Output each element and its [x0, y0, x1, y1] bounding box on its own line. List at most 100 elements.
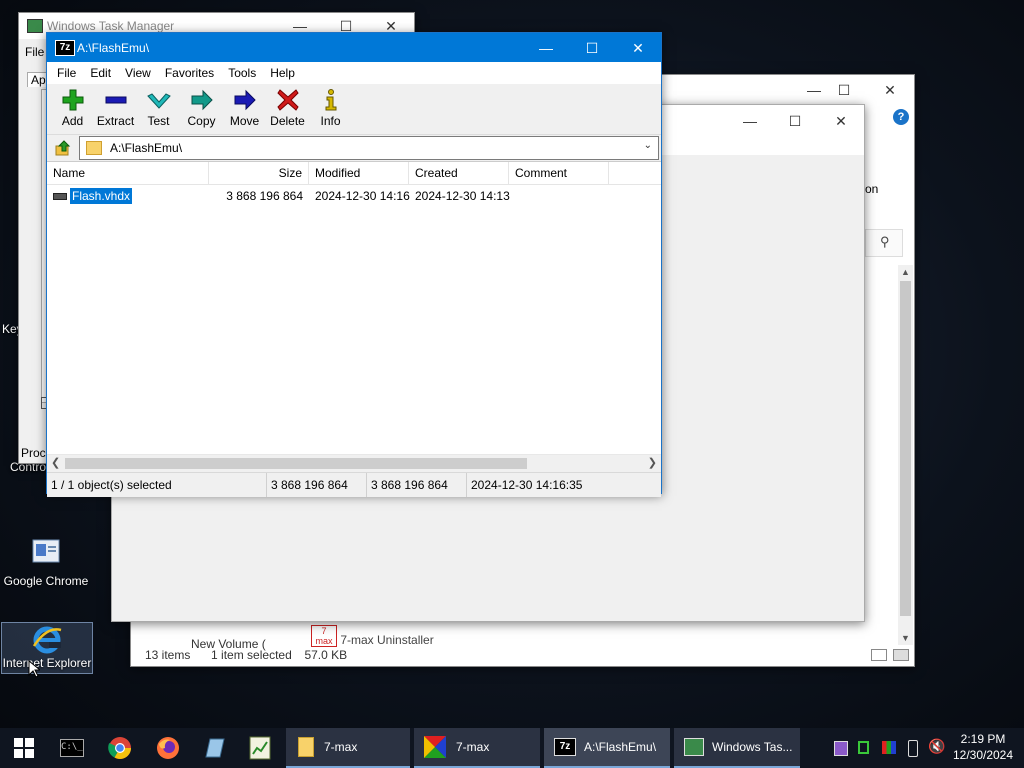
items-count: 13 items — [145, 648, 191, 662]
taskbar-cmd[interactable]: C:\_ — [48, 728, 96, 768]
minus-icon — [105, 96, 126, 104]
taskbar-app-spreadsheet[interactable] — [236, 728, 284, 768]
column-comment[interactable]: Comment — [509, 162, 609, 184]
add-label: Add — [61, 114, 84, 128]
desktop-icon-internet-explorer[interactable]: Internet Explorer — [1, 622, 93, 674]
start-button[interactable] — [0, 728, 48, 768]
desktop-icon-google-chrome[interactable]: Google Chrome — [1, 538, 91, 588]
taskmgr-icon — [27, 19, 43, 33]
tiles-view-icon[interactable] — [893, 649, 909, 661]
scroll-thumb[interactable] — [65, 458, 527, 469]
help-icon[interactable]: ? — [893, 109, 909, 125]
details-view-icon[interactable] — [871, 649, 887, 661]
maximize-button[interactable]: ☐ — [772, 106, 818, 136]
cell-created: 2024-12-30 14:13 — [415, 189, 510, 203]
add-button[interactable]: Add — [51, 84, 94, 134]
tray-icon-green[interactable] — [858, 741, 869, 754]
chevron-down-icon[interactable]: ⌄ — [644, 140, 652, 151]
menu-edit[interactable]: Edit — [83, 66, 118, 80]
column-size[interactable]: Size — [209, 162, 309, 184]
taskbar-item-label: Windows Tas... — [712, 740, 793, 754]
7max-icon — [424, 736, 446, 758]
speaker-muted-icon[interactable]: 🔇 — [928, 738, 945, 755]
close-button[interactable]: ✕ — [615, 33, 661, 63]
file-list[interactable]: Flash.vhdx 3 868 196 864 2024-12-30 14:1… — [47, 185, 661, 454]
scroll-down-arrow[interactable]: ▼ — [901, 633, 910, 643]
column-created[interactable]: Created — [409, 162, 509, 184]
firefox-icon — [157, 737, 179, 759]
up-folder-button[interactable] — [51, 137, 75, 159]
column-modified[interactable]: Modified — [309, 162, 409, 184]
chrome-icon — [108, 737, 131, 759]
selected-file-name[interactable]: Flash.vhdx — [68, 187, 134, 205]
menu-favorites[interactable]: Favorites — [158, 66, 221, 80]
menu-file[interactable]: File — [25, 45, 44, 59]
copy-button[interactable]: Copy — [180, 84, 223, 134]
taskbar: C:\_ 7-max 7-max 7z A:\FlashEmu\ Windows… — [0, 728, 1024, 768]
search-box[interactable]: ⚲ — [865, 229, 903, 257]
status-packed-size: 3 868 196 864 — [367, 473, 467, 497]
desktop-icon-label: Internet Explorer — [2, 656, 92, 670]
spreadsheet-icon — [249, 736, 271, 760]
vertical-scrollbar[interactable]: ▲ ▼ — [898, 265, 913, 645]
close-button[interactable]: ✕ — [818, 106, 864, 136]
clock-date: 12/30/2024 — [952, 748, 1014, 762]
taskbar-chrome[interactable] — [96, 728, 144, 768]
menu-help[interactable]: Help — [263, 66, 302, 80]
taskbar-item-task-manager[interactable]: Windows Tas... — [674, 728, 800, 768]
folder-icon — [86, 141, 102, 155]
horizontal-scrollbar[interactable]: ❮ ❯ — [47, 454, 661, 472]
size-info: 57.0 KB — [304, 648, 348, 662]
selected-info: 1 item selected — [211, 648, 292, 662]
taskbar-app-crystal[interactable] — [192, 728, 240, 768]
usb-icon[interactable] — [908, 740, 918, 757]
menu-view[interactable]: View — [118, 66, 158, 80]
tray-icon-colorful[interactable] — [882, 741, 896, 754]
clock[interactable]: 2:19 PM 12/30/2024 — [948, 731, 1018, 763]
delete-button[interactable]: Delete — [266, 84, 309, 134]
info-button[interactable]: Info — [309, 84, 352, 134]
sevenzip-window[interactable]: 7z A:\FlashEmu\ — ☐ ✕ File Edit View Fav… — [46, 32, 662, 497]
scroll-thumb[interactable] — [900, 281, 911, 616]
maximize-button[interactable]: ☐ — [569, 33, 615, 63]
minimize-button[interactable]: — — [523, 33, 569, 63]
maximize-button[interactable]: ☐ — [821, 75, 867, 105]
column-name[interactable]: Name — [47, 162, 209, 184]
extract-button[interactable]: Extract — [94, 84, 137, 134]
crystal-app-icon — [205, 738, 225, 758]
chrome-shortcut-icon — [30, 538, 62, 570]
check-icon — [146, 93, 171, 109]
tray-icon-purple[interactable] — [834, 741, 848, 756]
table-row[interactable]: Flash.vhdx 3 868 196 864 2024-12-30 14:1… — [47, 185, 661, 207]
file-list-partial-item[interactable]: 7 max 7-max Uninstaller — [311, 625, 434, 647]
move-button[interactable]: Move — [223, 84, 266, 134]
path-input[interactable]: A:\FlashEmu\ ⌄ — [79, 136, 659, 160]
close-button[interactable]: ✕ — [867, 75, 913, 105]
folder-icon — [298, 737, 314, 757]
cell-name[interactable]: Flash.vhdx — [47, 185, 209, 207]
desktop-icon-label: Google Chrome — [3, 574, 89, 588]
list-header: Name Size Modified Created Comment — [47, 162, 661, 185]
taskbar-item-7max-explorer[interactable]: 7-max — [286, 728, 410, 768]
status-bar: 13 items 1 item selected 57.0 KB — [145, 648, 845, 662]
taskbar-firefox[interactable] — [144, 728, 192, 768]
sevenzip-title-bar[interactable]: 7z A:\FlashEmu\ — ☐ ✕ — [47, 33, 661, 62]
scroll-right-arrow[interactable]: ❯ — [648, 456, 657, 469]
scroll-left-arrow[interactable]: ❮ — [51, 456, 60, 469]
scroll-up-arrow[interactable]: ▲ — [901, 267, 910, 277]
taskbar-item-7zip[interactable]: 7z A:\FlashEmu\ — [544, 728, 670, 768]
uninstaller-icon: 7 max — [311, 625, 337, 647]
internet-explorer-icon — [31, 624, 63, 656]
taskbar-item-label: A:\FlashEmu\ — [584, 740, 657, 754]
menu-file[interactable]: File — [50, 66, 83, 80]
windows-logo-icon — [14, 738, 34, 758]
taskbar-item-7max[interactable]: 7-max — [414, 728, 540, 768]
menu-tools[interactable]: Tools — [221, 66, 263, 80]
address-bar: A:\FlashEmu\ ⌄ — [47, 135, 661, 162]
ribbon-partial-text: on — [865, 182, 879, 196]
test-button[interactable]: Test — [137, 84, 180, 134]
extract-label: Extract — [96, 114, 135, 128]
minimize-button[interactable]: — — [727, 106, 773, 136]
task-manager-title: Windows Task Manager — [47, 19, 175, 33]
window-title: A:\FlashEmu\ — [77, 41, 150, 55]
